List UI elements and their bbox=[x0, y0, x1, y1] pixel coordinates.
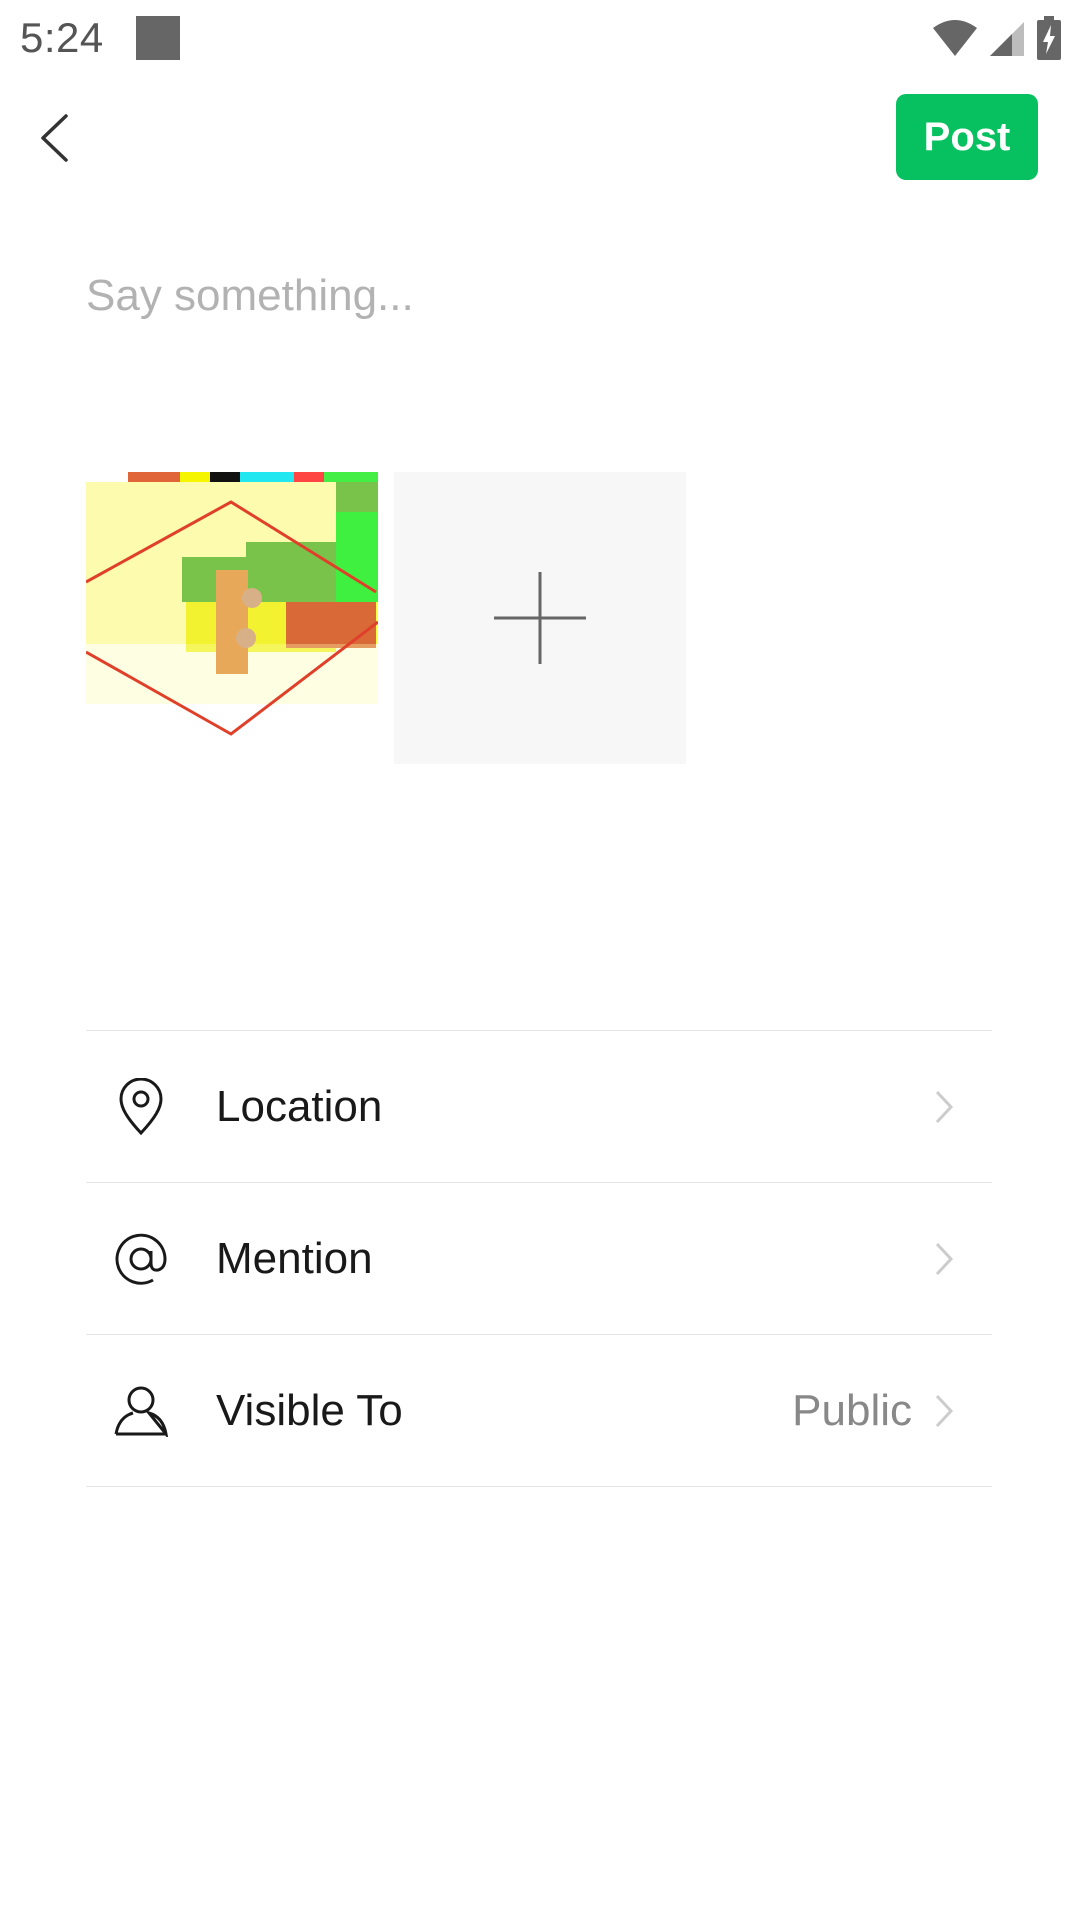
status-bar: 5:24 bbox=[0, 0, 1080, 76]
battery-charging-icon bbox=[1037, 16, 1061, 60]
at-sign-icon bbox=[112, 1230, 170, 1288]
chevron-right-icon bbox=[932, 1239, 956, 1279]
wifi-icon bbox=[933, 20, 977, 56]
photo-grid bbox=[86, 472, 686, 764]
add-photo-button[interactable] bbox=[394, 472, 686, 764]
status-left: 5:24 bbox=[20, 14, 180, 62]
app-bar: Post bbox=[0, 76, 1080, 200]
plus-icon bbox=[494, 572, 586, 664]
back-button[interactable] bbox=[24, 102, 84, 174]
status-right bbox=[932, 16, 1062, 60]
option-location[interactable]: Location bbox=[86, 1031, 992, 1183]
cell-signal-icon bbox=[990, 22, 1024, 56]
location-pin-icon bbox=[112, 1077, 170, 1136]
post-text-input[interactable] bbox=[86, 256, 986, 336]
status-time: 5:24 bbox=[20, 14, 104, 61]
chevron-left-icon bbox=[41, 114, 68, 162]
chevron-right-icon bbox=[932, 1087, 956, 1127]
options-list: Location Mention Visible To Public bbox=[86, 1030, 992, 1487]
option-label-location: Location bbox=[216, 1081, 383, 1131]
option-label-visible-to: Visible To bbox=[216, 1385, 403, 1435]
photo-image bbox=[86, 472, 378, 764]
option-label-mention: Mention bbox=[216, 1233, 373, 1283]
notification-square-icon bbox=[135, 16, 180, 60]
person-icon bbox=[112, 1382, 170, 1440]
option-mention[interactable]: Mention bbox=[86, 1183, 992, 1335]
post-button[interactable]: Post bbox=[896, 94, 1038, 180]
option-value-visible-to: Public bbox=[792, 1385, 912, 1435]
photo-thumbnail[interactable] bbox=[86, 472, 378, 764]
option-visible-to[interactable]: Visible To Public bbox=[86, 1335, 992, 1487]
chevron-right-icon bbox=[932, 1391, 956, 1431]
